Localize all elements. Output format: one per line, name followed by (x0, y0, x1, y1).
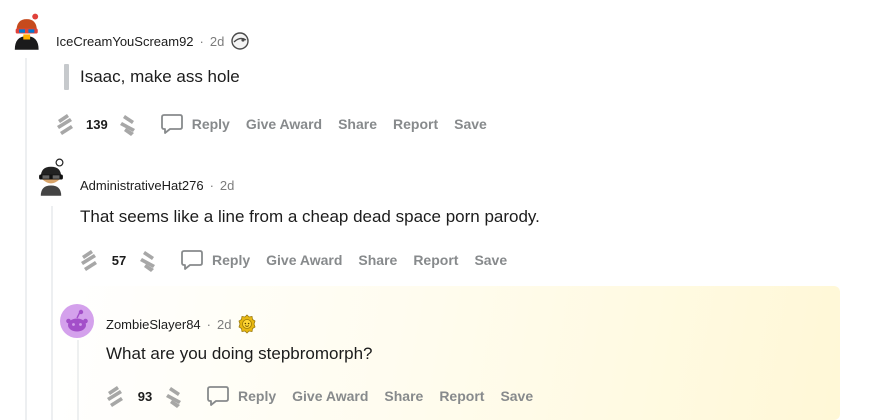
separator: · (199, 33, 204, 49)
comment-body: That seems like a line from a cheap dead… (80, 207, 540, 226)
give-award-button[interactable]: Give Award (246, 116, 322, 132)
gold-award-icon[interactable] (237, 314, 257, 334)
report-button[interactable]: Report (413, 252, 458, 268)
username-link[interactable]: IceCreamYouScream92 (56, 34, 194, 49)
give-award-button[interactable]: Give Award (292, 388, 368, 404)
timestamp[interactable]: 2d (210, 34, 224, 49)
upvote-icon[interactable] (104, 383, 126, 409)
reply-label: Reply (191, 116, 230, 132)
reply-button[interactable]: Reply (180, 249, 250, 271)
separator: · (206, 316, 211, 332)
avatar[interactable] (8, 13, 42, 50)
timestamp[interactable]: 2d (220, 178, 234, 193)
comment-icon (160, 113, 184, 135)
comment-body: Isaac, make ass hole (80, 67, 240, 86)
thread-line-level-1[interactable] (25, 58, 27, 420)
comment-icon (206, 385, 230, 407)
comment-actions: 57 Reply Give Award Share Report Save (78, 246, 507, 274)
timestamp[interactable]: 2d (217, 317, 231, 332)
share-button[interactable]: Share (338, 116, 377, 132)
comment-meta: AdministrativeHat276 · 2d (80, 178, 234, 193)
downvote-icon[interactable] (118, 111, 140, 137)
vote-score: 93 (137, 388, 153, 404)
username-link[interactable]: ZombieSlayer84 (106, 317, 201, 332)
save-button[interactable]: Save (500, 388, 533, 404)
reply-button[interactable]: Reply (206, 385, 276, 407)
blockquote-bar (64, 64, 69, 90)
share-button[interactable]: Share (384, 388, 423, 404)
separator: · (209, 178, 214, 193)
comment-body: What are you doing stepbromorph? (106, 344, 373, 363)
comment-icon (180, 249, 204, 271)
reply-button[interactable]: Reply (160, 113, 230, 135)
username-link[interactable]: AdministrativeHat276 (80, 178, 204, 193)
vote-score: 139 (86, 116, 108, 132)
comment-actions: 139 Reply Give Award Share Report Save (54, 110, 487, 138)
give-award-button[interactable]: Give Award (266, 252, 342, 268)
award-icon[interactable] (230, 32, 250, 50)
upvote-icon[interactable] (78, 247, 100, 273)
save-button[interactable]: Save (454, 116, 487, 132)
avatar[interactable] (34, 158, 68, 196)
comment-meta: IceCreamYouScream92 · 2d (56, 32, 250, 50)
downvote-icon[interactable] (164, 383, 186, 409)
report-button[interactable]: Report (393, 116, 438, 132)
save-button[interactable]: Save (474, 252, 507, 268)
share-button[interactable]: Share (358, 252, 397, 268)
upvote-icon[interactable] (54, 111, 76, 137)
report-button[interactable]: Report (439, 388, 484, 404)
reply-label: Reply (238, 388, 277, 404)
vote-score: 57 (111, 252, 127, 268)
comment-meta: ZombieSlayer84 · 2d (106, 314, 257, 334)
comment-actions: 93 Reply Give Award Share Report Save (104, 382, 533, 410)
reply-label: Reply (212, 252, 251, 268)
avatar[interactable] (60, 304, 94, 338)
downvote-icon[interactable] (138, 247, 160, 273)
